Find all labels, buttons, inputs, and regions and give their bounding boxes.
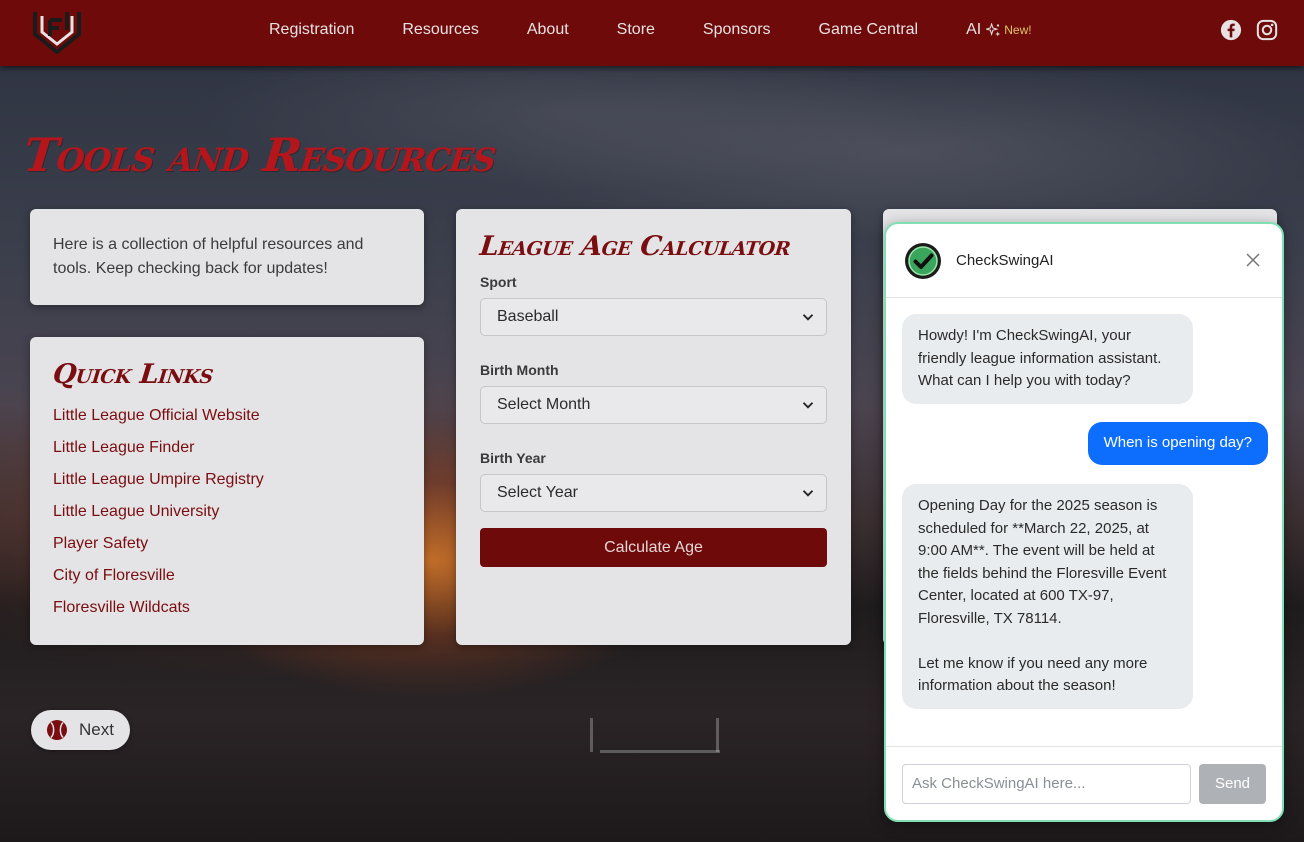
- chevron-down-icon: [802, 490, 814, 497]
- chat-messages: Howdy! I'm CheckSwingAI, your friendly l…: [886, 298, 1282, 748]
- field-line: [716, 718, 719, 752]
- send-button[interactable]: Send: [1199, 763, 1266, 804]
- chat-message-user: When is opening day?: [1087, 422, 1268, 465]
- nav-about[interactable]: About: [527, 21, 569, 39]
- intro-text: Here is a collection of helpful resource…: [53, 236, 364, 277]
- chat-message-bot: Howdy! I'm CheckSwingAI, your friendly l…: [902, 314, 1193, 404]
- new-badge: New!: [1004, 23, 1032, 37]
- nav-game-central[interactable]: Game Central: [819, 21, 919, 39]
- nav-ai[interactable]: AI New!: [966, 21, 1031, 39]
- chat-bot-name: CheckSwingAI: [956, 252, 1054, 269]
- checkmark-avatar-icon: [905, 242, 941, 279]
- chat-footer: Ask CheckSwingAI here... Send: [886, 746, 1282, 820]
- birth-month-label: Birth Month: [480, 362, 559, 378]
- page-title: Tools and Resources: [21, 128, 499, 182]
- nav-ai-label: AI: [966, 21, 982, 38]
- chat-widget: CheckSwingAI Howdy! I'm CheckSwingAI, yo…: [884, 222, 1284, 822]
- quick-links-card: Quick Links Little League Official Websi…: [30, 337, 424, 645]
- quick-link-university[interactable]: Little League University: [53, 496, 401, 528]
- field-line: [590, 718, 593, 752]
- instagram-icon[interactable]: [1256, 19, 1278, 41]
- league-logo-icon[interactable]: [32, 6, 82, 54]
- nav-registration[interactable]: Registration: [269, 21, 354, 39]
- sport-select-value: Baseball: [497, 308, 559, 325]
- chat-header: CheckSwingAI: [886, 224, 1282, 298]
- quick-link-player-safety[interactable]: Player Safety: [53, 528, 401, 560]
- birth-year-label: Birth Year: [480, 450, 546, 466]
- facebook-icon[interactable]: [1220, 19, 1242, 41]
- next-button-label: Next: [79, 720, 114, 739]
- sport-select[interactable]: Baseball: [480, 298, 827, 336]
- calculate-age-button[interactable]: Calculate Age: [480, 528, 827, 567]
- intro-card: Here is a collection of helpful resource…: [30, 209, 424, 305]
- nav-store[interactable]: Store: [617, 21, 655, 39]
- quick-link-umpire-registry[interactable]: Little League Umpire Registry: [53, 464, 401, 496]
- birth-month-select[interactable]: Select Month: [480, 386, 827, 424]
- close-icon[interactable]: [1246, 253, 1260, 267]
- birth-month-value: Select Month: [497, 396, 591, 413]
- next-button[interactable]: Next: [31, 710, 130, 750]
- top-navbar: Registration Resources About Store Spons…: [0, 0, 1304, 66]
- chevron-down-icon: [802, 314, 814, 321]
- chat-message-bot: Opening Day for the 2025 season is sched…: [902, 484, 1193, 709]
- baseball-icon: [47, 720, 67, 740]
- calculator-heading: League Age Calculator: [478, 231, 792, 262]
- age-calculator-card: League Age Calculator Sport Baseball Bir…: [456, 209, 851, 645]
- birth-year-value: Select Year: [497, 484, 578, 501]
- quick-link-wildcats[interactable]: Floresville Wildcats: [53, 592, 401, 624]
- sparkle-icon: [986, 22, 1001, 36]
- quick-links-heading: Quick Links: [51, 359, 215, 390]
- quick-link-city[interactable]: City of Floresville: [53, 560, 401, 592]
- birth-year-select[interactable]: Select Year: [480, 474, 827, 512]
- social-links: [1220, 19, 1278, 41]
- sport-label: Sport: [480, 274, 517, 290]
- chat-input[interactable]: Ask CheckSwingAI here...: [902, 763, 1191, 804]
- nav-sponsors[interactable]: Sponsors: [703, 21, 771, 39]
- quick-link-official-website[interactable]: Little League Official Website: [53, 400, 401, 432]
- nav-resources[interactable]: Resources: [402, 21, 478, 39]
- field-line: [600, 750, 720, 753]
- nav-links: Registration Resources About Store Spons…: [245, 0, 1032, 60]
- chevron-down-icon: [802, 402, 814, 409]
- quick-link-finder[interactable]: Little League Finder: [53, 432, 401, 464]
